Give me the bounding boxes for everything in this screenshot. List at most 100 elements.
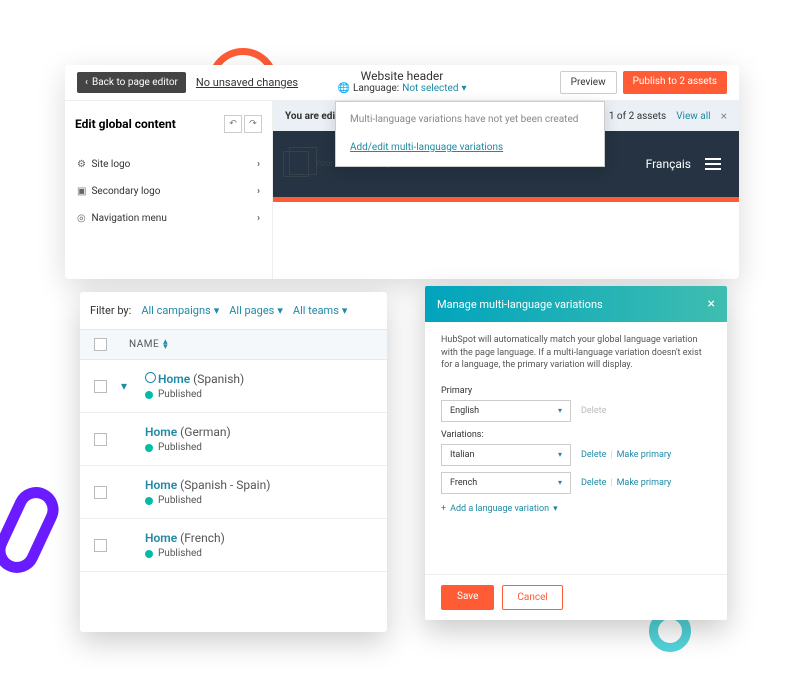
- add-edit-variations-link[interactable]: Add/edit multi-language variations: [350, 142, 503, 153]
- language-value: Not selected: [402, 83, 458, 94]
- primary-language-select[interactable]: English▾: [441, 400, 571, 422]
- table-row[interactable]: ▾ Home (Spanish) Published: [80, 360, 387, 413]
- page-language: (French): [180, 531, 225, 545]
- cube-icon: [283, 151, 309, 177]
- page-language: (Spanish): [193, 372, 244, 386]
- asset-count: 1 of 2 assets: [609, 111, 666, 122]
- page-name: Home: [145, 478, 177, 492]
- chevron-down-icon: ▾: [214, 304, 220, 317]
- decorative-pill: [0, 480, 66, 581]
- delete-link[interactable]: Delete: [581, 478, 606, 488]
- page-title: Website header: [338, 69, 467, 83]
- back-to-editor-button[interactable]: ‹ Back to page editor: [77, 72, 186, 93]
- chevron-down-icon: ▾: [558, 450, 562, 459]
- variation-select[interactable]: Italian▾: [441, 444, 571, 466]
- chevron-right-icon: ›: [257, 159, 260, 170]
- popover-message: Multi-language variations have not yet b…: [350, 114, 590, 125]
- image-icon: ▣: [77, 186, 89, 197]
- unsaved-changes-link[interactable]: No unsaved changes: [196, 76, 298, 89]
- add-variation-link[interactable]: + Add a language variation ▾: [441, 504, 711, 514]
- close-icon[interactable]: ×: [708, 296, 715, 312]
- chevron-left-icon: ‹: [85, 77, 88, 88]
- sidebar-item-label: Navigation menu: [91, 213, 166, 224]
- language-popover: Multi-language variations have not yet b…: [335, 101, 605, 167]
- chevron-down-icon: ▾: [342, 304, 348, 317]
- pages-list-card: Filter by: All campaigns ▾ All pages ▾ A…: [80, 292, 387, 632]
- chevron-down-icon: ▾: [277, 304, 283, 317]
- variation-select[interactable]: French▾: [441, 472, 571, 494]
- page-name: Home: [145, 425, 177, 439]
- status-text: Published: [158, 442, 202, 453]
- sidebar-item-label: Site logo: [91, 159, 130, 170]
- page-name: Home: [145, 531, 177, 545]
- expand-icon[interactable]: ▾: [121, 379, 131, 393]
- page-name: Home: [158, 372, 190, 386]
- list-header: NAME ▴▾: [80, 329, 387, 360]
- cancel-button[interactable]: Cancel: [502, 585, 562, 610]
- sidebar-item-secondary-logo[interactable]: ▣ Secondary logo ›: [75, 178, 262, 205]
- variations-label: Variations:: [441, 430, 711, 440]
- plus-icon: +: [441, 504, 446, 514]
- language-label: Language:: [353, 83, 399, 94]
- row-checkbox[interactable]: [94, 539, 107, 552]
- delete-disabled: Delete: [581, 406, 606, 416]
- chevron-down-icon: ▾: [558, 478, 562, 487]
- table-row[interactable]: Home (German) Published: [80, 413, 387, 466]
- name-column-header[interactable]: NAME ▴▾: [129, 339, 168, 350]
- status-dot-icon: [145, 497, 153, 505]
- language-selector[interactable]: 🌐 Language: Not selected ▾: [338, 83, 467, 94]
- status-text: Published: [158, 548, 202, 559]
- modal-description: HubSpot will automatically match your gl…: [441, 334, 711, 372]
- status-dot-icon: [145, 550, 153, 558]
- publish-button[interactable]: Publish to 2 assets: [623, 71, 727, 94]
- page-language: (German): [180, 425, 231, 439]
- view-all-link[interactable]: View all: [676, 111, 710, 122]
- back-label: Back to page editor: [92, 77, 178, 88]
- header-title-block: Website header 🌐 Language: Not selected …: [338, 69, 467, 94]
- preview-button[interactable]: Preview: [560, 71, 617, 94]
- manage-variations-modal: Manage multi-language variations × HubSp…: [425, 286, 727, 620]
- editor-topbar: ‹ Back to page editor No unsaved changes…: [65, 65, 739, 101]
- sidebar-title: Edit global content: [75, 117, 176, 131]
- status-text: Published: [158, 389, 202, 400]
- primary-label: Primary: [441, 386, 711, 396]
- gear-icon: ⚙: [77, 159, 89, 170]
- redo-button[interactable]: ↷: [244, 115, 262, 133]
- hamburger-icon[interactable]: [705, 158, 721, 170]
- undo-button[interactable]: ↶: [224, 115, 242, 133]
- filter-campaigns[interactable]: All campaigns ▾: [141, 304, 219, 317]
- accent-strip: [273, 197, 739, 202]
- sort-icon: ▴▾: [163, 340, 168, 350]
- make-primary-link[interactable]: Make primary: [617, 478, 672, 488]
- make-primary-link[interactable]: Make primary: [617, 450, 672, 460]
- globe-icon: [145, 372, 156, 383]
- target-icon: ◎: [77, 213, 89, 224]
- modal-header: Manage multi-language variations ×: [425, 286, 727, 322]
- filter-teams[interactable]: All teams ▾: [293, 304, 348, 317]
- filter-pages[interactable]: All pages ▾: [229, 304, 283, 317]
- delete-link[interactable]: Delete: [581, 450, 606, 460]
- select-all-checkbox[interactable]: [94, 338, 107, 351]
- modal-footer: Save Cancel: [425, 574, 727, 620]
- chevron-down-icon: ▾: [558, 406, 562, 415]
- notice-text-left: You are edi: [285, 111, 335, 122]
- filter-bar: Filter by: All campaigns ▾ All pages ▾ A…: [80, 292, 387, 329]
- sidebar-item-navigation-menu[interactable]: ◎ Navigation menu ›: [75, 205, 262, 232]
- sidebar-item-site-logo[interactable]: ⚙ Site logo ›: [75, 151, 262, 178]
- status-dot-icon: [145, 391, 153, 399]
- page-language: (Spanish - Spain): [180, 478, 270, 492]
- row-checkbox[interactable]: [94, 486, 107, 499]
- table-row[interactable]: Home (Spanish - Spain) Published: [80, 466, 387, 519]
- row-checkbox[interactable]: [94, 433, 107, 446]
- globe-icon: 🌐: [338, 83, 350, 94]
- filter-label: Filter by:: [90, 304, 131, 317]
- save-button[interactable]: Save: [441, 585, 494, 610]
- row-checkbox[interactable]: [94, 380, 107, 393]
- chevron-down-icon: ▾: [461, 83, 466, 94]
- close-icon[interactable]: ×: [721, 109, 727, 123]
- status-dot-icon: [145, 444, 153, 452]
- chevron-down-icon: ▾: [553, 504, 558, 514]
- language-switch[interactable]: Français: [646, 157, 691, 171]
- table-row[interactable]: Home (French) Published: [80, 519, 387, 572]
- global-content-editor: ‹ Back to page editor No unsaved changes…: [65, 65, 739, 279]
